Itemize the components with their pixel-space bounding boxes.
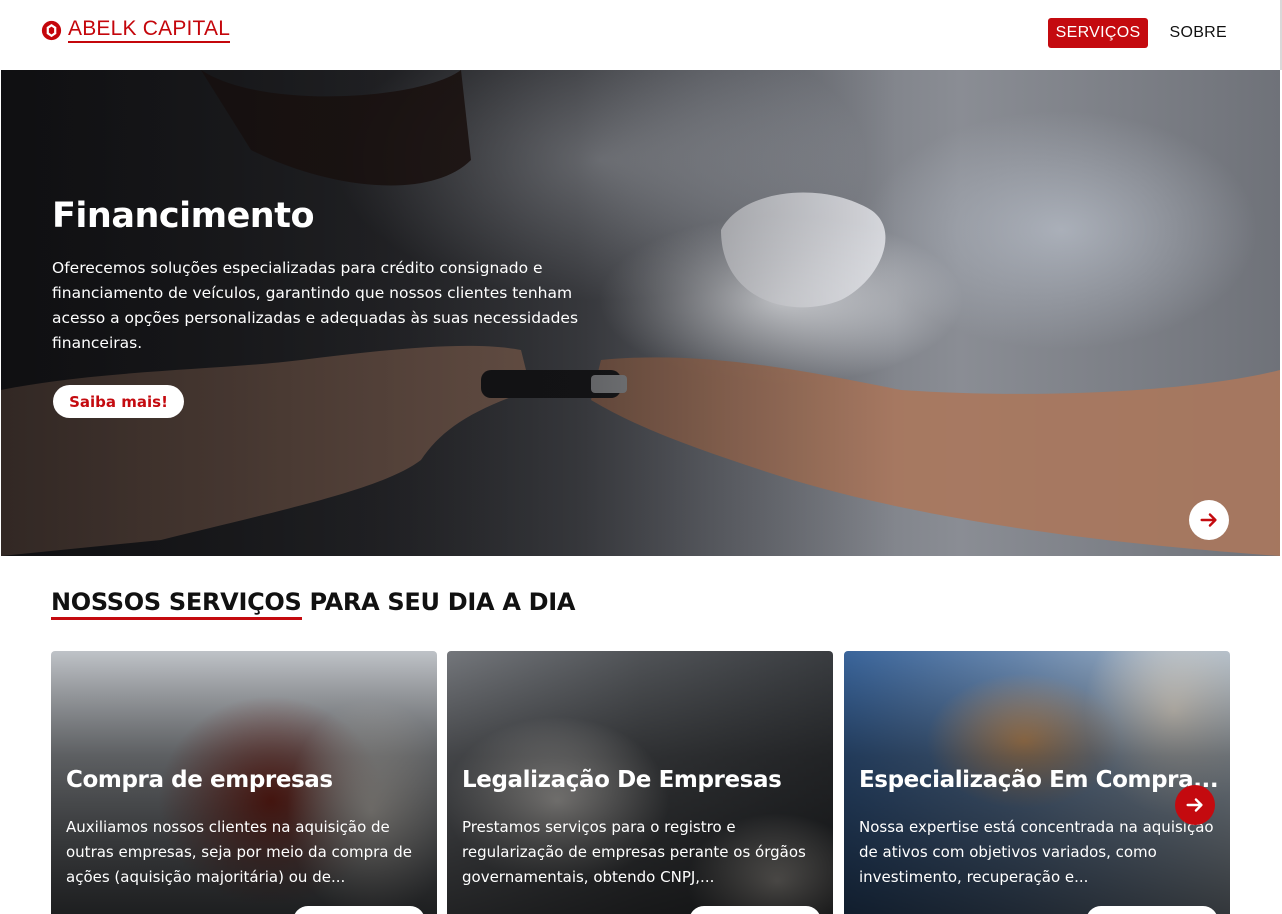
card-description: Nossa expertise está concentrada na aqui…: [859, 818, 1214, 886]
services-title-highlight: NOSSOS SERVIÇOS: [51, 588, 302, 620]
site-header: ABELK CAPITAL SERVIÇOS SOBRE: [0, 0, 1282, 70]
hero-banner: Financimento Oferecemos soluções especia…: [1, 70, 1280, 556]
brand-name: ABELK CAPITAL: [68, 18, 231, 43]
hero-description: Oferecemos soluções especializadas para …: [52, 259, 579, 352]
carousel-next-button[interactable]: [1175, 785, 1215, 825]
hero-next-button[interactable]: [1189, 500, 1229, 540]
services-title: NOSSOS SERVIÇOS PARA SEU DIA A DIA: [51, 588, 576, 620]
services-title-rest: PARA SEU DIA A DIA: [301, 588, 576, 616]
service-card-especializacao[interactable]: Especialização Em Compra... Nossa expert…: [844, 651, 1230, 914]
hero-cta-button[interactable]: Saiba mais!: [53, 385, 184, 418]
nav-item-sobre[interactable]: SOBRE: [1161, 18, 1235, 48]
card-description: Auxiliamos nossos clientes na aquisição …: [66, 818, 412, 886]
card-more-button[interactable]: [293, 906, 425, 914]
service-card-compra-empresas[interactable]: Compra de empresas Auxiliamos nossos cli…: [51, 651, 437, 914]
brand-logo[interactable]: ABELK CAPITAL: [41, 18, 231, 43]
logo-mark-icon: [41, 20, 62, 41]
service-card-legalizacao[interactable]: Legalização De Empresas Prestamos serviç…: [447, 651, 833, 914]
card-title: Legalização De Empresas: [462, 767, 782, 793]
hero-title: Financimento: [52, 196, 315, 236]
hero-content: Financimento Oferecemos soluções especia…: [52, 196, 612, 356]
card-description: Prestamos serviços para o registro e reg…: [462, 818, 806, 886]
arrow-right-icon: [1186, 798, 1203, 812]
card-more-button[interactable]: [689, 906, 821, 914]
main-nav: SERVIÇOS SOBRE: [1047, 18, 1235, 48]
card-title: Compra de empresas: [66, 767, 333, 793]
arrow-right-icon: [1200, 513, 1217, 527]
card-title: Especialização Em Compra...: [859, 767, 1219, 793]
nav-item-servicos[interactable]: SERVIÇOS: [1047, 18, 1149, 48]
card-more-button[interactable]: [1086, 906, 1218, 914]
